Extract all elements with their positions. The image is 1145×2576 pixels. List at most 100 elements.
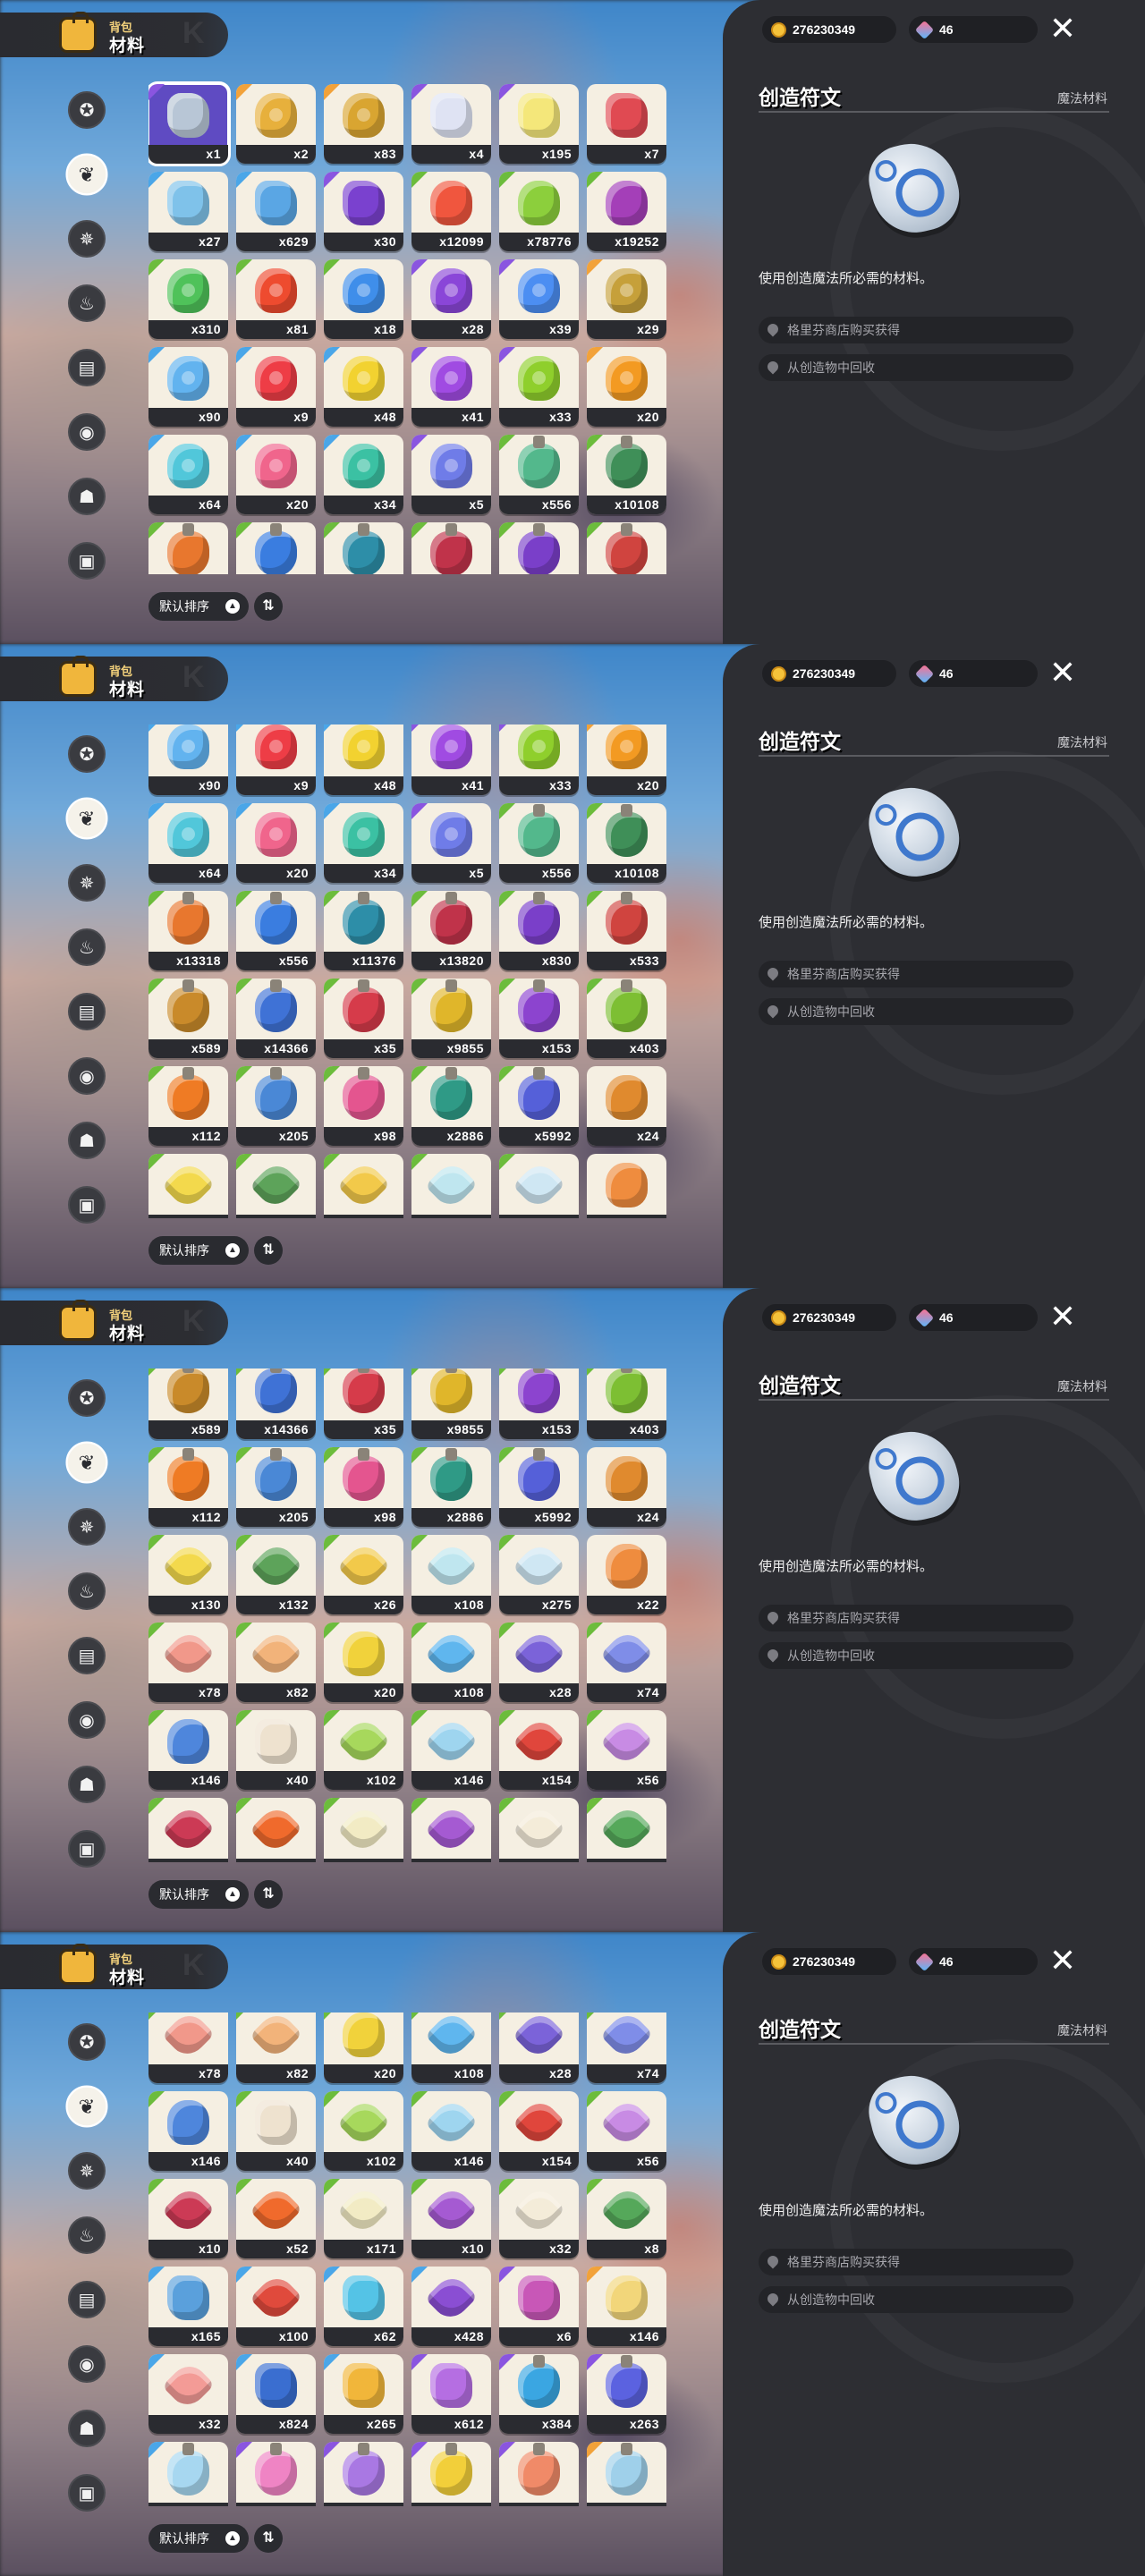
inventory-slot[interactable]: x82 [236,1623,316,1702]
inventory-slot[interactable]: x108 [411,1535,491,1614]
category-pot-button[interactable]: ☗ [68,478,106,515]
inventory-slot[interactable]: x824 [236,2354,316,2434]
inventory-slot[interactable]: x81 [236,259,316,339]
inventory-slot[interactable]: x10108 [587,803,666,883]
inventory-slot[interactable]: x11376 [324,891,403,970]
inventory-slot[interactable]: x205 [236,1066,316,1146]
source-shop[interactable]: 格里芬商店购买获得 [759,1605,1073,1631]
category-gear-button[interactable]: ✪ [68,735,106,773]
inventory-slot[interactable]: x153 [499,979,579,1058]
inventory-slot[interactable]: x62 [324,2267,403,2346]
inventory-slot[interactable]: x275 [499,1535,579,1614]
inventory-slot[interactable]: x556 [499,435,579,514]
inventory-slot[interactable]: x40 [236,2091,316,2171]
inventory-slot[interactable]: x52 [236,1798,316,1862]
inventory-slot[interactable]: x41 [411,347,491,427]
category-chest-button[interactable]: ▣ [68,542,106,580]
inventory-slot[interactable]: x2 [236,84,316,164]
inventory-slot[interactable]: x556 [499,803,579,883]
inventory-slot[interactable]: x171 [324,2179,403,2258]
inventory-slot[interactable]: x154 [499,2091,579,2171]
inventory-slot[interactable]: x1 [148,2442,228,2506]
inventory-slot[interactable]: x26 [324,1154,403,1218]
inventory-slot[interactable]: x433 [499,2442,579,2506]
category-star-badge-button[interactable]: ✵ [68,1508,106,1546]
inventory-slot[interactable]: x56 [587,2091,666,2171]
inventory-slot[interactable]: x6 [499,2267,579,2346]
source-shop[interactable]: 格里芬商店购买获得 [759,961,1073,987]
category-box-button[interactable]: ▤ [68,993,106,1030]
category-shoe-button[interactable]: ♨ [68,2216,106,2254]
inventory-slot[interactable]: x29 [587,259,666,339]
category-gear-button[interactable]: ✪ [68,2023,106,2061]
category-pot-button[interactable]: ☗ [68,2410,106,2447]
inventory-slot[interactable]: x171 [324,1798,403,1862]
inventory-slot[interactable]: x24 [587,1066,666,1146]
sort-order-button[interactable]: ⇅ [254,1236,283,1265]
inventory-slot[interactable]: x153 [499,1368,579,1439]
inventory-slot[interactable]: x2886 [411,1066,491,1146]
close-button[interactable]: ✕ [1045,11,1081,47]
inventory-slot[interactable]: x428 [411,2267,491,2346]
inventory-slot[interactable]: x146 [148,1710,228,1790]
inventory-slot[interactable]: x589 [148,979,228,1058]
inventory-slot[interactable]: x195 [499,84,579,164]
category-star-badge-button[interactable]: ✵ [68,220,106,258]
inventory-slot[interactable]: x205 [236,1447,316,1527]
inventory-slot[interactable]: x10 [411,1798,491,1862]
inventory-slot[interactable]: x26 [324,1535,403,1614]
category-box-button[interactable]: ▤ [68,1637,106,1674]
sort-dropdown[interactable]: 默认排序 ▲ [148,1880,249,1909]
inventory-slot[interactable]: x5 [411,803,491,883]
source-shop[interactable]: 格里芬商店购买获得 [759,317,1073,343]
inventory-slot[interactable]: x5992 [499,1447,579,1527]
inventory-slot[interactable]: x265 [324,2354,403,2434]
close-button[interactable]: ✕ [1045,1943,1081,1979]
inventory-slot[interactable]: x10108 [587,435,666,514]
inventory-slot[interactable]: x403 [587,1368,666,1439]
source-recycle[interactable]: 从创造物中回收 [759,2286,1073,2313]
inventory-slot[interactable]: x48 [324,724,403,795]
inventory-slot[interactable]: x102 [324,1710,403,1790]
inventory-slot[interactable]: x132 [236,1154,316,1218]
inventory-slot[interactable]: x130 [148,1535,228,1614]
inventory-slot[interactable]: x589 [148,1368,228,1439]
inventory-slot[interactable]: x533 [587,891,666,970]
inventory-slot[interactable]: x9855 [411,1368,491,1439]
inventory-slot[interactable]: x108 [411,2012,491,2083]
sort-dropdown[interactable]: 默认排序 ▲ [148,1236,249,1265]
inventory-slot[interactable]: x40 [236,1710,316,1790]
inventory-slot[interactable]: x22 [587,1154,666,1218]
inventory-slot[interactable]: x10 [411,2179,491,2258]
inventory-slot[interactable]: x14366 [236,979,316,1058]
inventory-slot[interactable]: x1900 [411,2442,491,2506]
category-box-button[interactable]: ▤ [68,2281,106,2318]
inventory-slot[interactable]: x34 [324,435,403,514]
inventory-slot[interactable]: x14366 [236,1368,316,1439]
inventory-slot[interactable]: x20 [587,347,666,427]
inventory-slot[interactable]: x64 [148,803,228,883]
inventory-slot[interactable]: x1010 [324,2442,403,2506]
inventory-slot[interactable]: x830 [499,891,579,970]
inventory-slot[interactable]: x7 [587,84,666,164]
inventory-slot[interactable]: x108 [411,1154,491,1218]
inventory-slot[interactable]: x112 [148,1066,228,1146]
inventory-slot[interactable]: x18 [324,259,403,339]
inventory-slot[interactable]: x30 [324,172,403,251]
close-button[interactable]: ✕ [1045,1299,1081,1335]
inventory-slot[interactable]: x83 [324,84,403,164]
inventory-slot[interactable]: x9 [236,724,316,795]
source-recycle[interactable]: 从创造物中回收 [759,354,1073,381]
inventory-slot[interactable]: x20 [587,724,666,795]
item-grid[interactable]: x90 x9 x48 x41 x33 x20 x64 x20 x34 x5 x556 x10108 x1… [148,724,676,1218]
inventory-slot[interactable]: x48 [324,347,403,427]
inventory-slot[interactable]: x130 [148,1154,228,1218]
sort-order-button[interactable]: ⇅ [254,2524,283,2553]
inventory-slot[interactable]: x32 [499,1798,579,1862]
category-star-badge-button[interactable]: ✵ [68,864,106,902]
inventory-slot[interactable]: x90 [148,724,228,795]
inventory-slot[interactable]: x13820 [411,522,491,574]
inventory-slot[interactable]: x22 [587,1535,666,1614]
category-ball-button[interactable]: ◉ [68,1701,106,1739]
inventory-slot[interactable]: x310 [148,259,228,339]
